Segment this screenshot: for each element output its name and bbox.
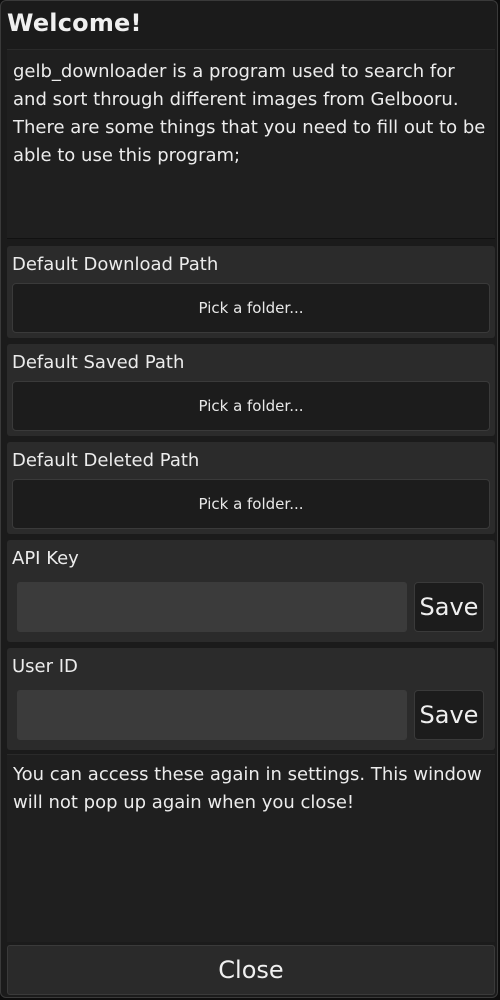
close-button[interactable]: Close [7, 945, 495, 995]
saved-path-section: Default Saved Path Pick a folder... [7, 344, 495, 436]
download-path-label: Default Download Path [12, 254, 219, 275]
welcome-window: Welcome! gelb_downloader is a program us… [0, 0, 498, 998]
footer-note: You can access these again in settings. … [7, 754, 495, 942]
intro-text: gelb_downloader is a program used to sea… [7, 49, 495, 239]
pick-deleted-folder-button[interactable]: Pick a folder... [12, 479, 490, 529]
user-id-section: User ID Save [7, 648, 495, 750]
deleted-path-section: Default Deleted Path Pick a folder... [7, 442, 495, 534]
pick-saved-folder-button[interactable]: Pick a folder... [12, 381, 490, 431]
api-key-save-button[interactable]: Save [414, 582, 484, 632]
api-key-section: API Key Save [7, 540, 495, 642]
user-id-input[interactable] [17, 690, 407, 740]
window-title: Welcome! [7, 9, 142, 37]
api-key-label: API Key [12, 548, 79, 569]
user-id-save-button[interactable]: Save [414, 690, 484, 740]
api-key-input[interactable] [17, 582, 407, 632]
pick-download-folder-button[interactable]: Pick a folder... [12, 283, 490, 333]
deleted-path-label: Default Deleted Path [12, 450, 200, 471]
saved-path-label: Default Saved Path [12, 352, 185, 373]
download-path-section: Default Download Path Pick a folder... [7, 246, 495, 338]
user-id-label: User ID [12, 656, 78, 677]
